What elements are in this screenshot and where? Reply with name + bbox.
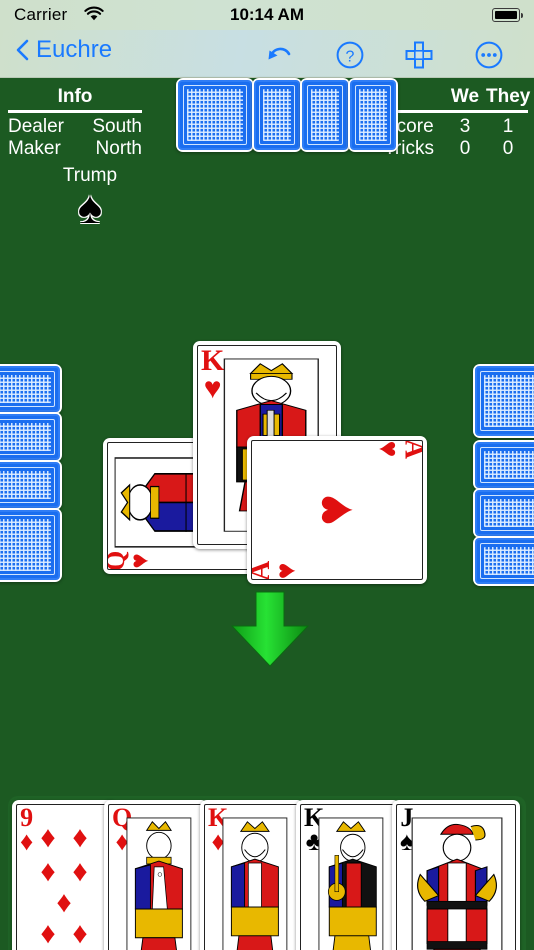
score-col-they: They xyxy=(486,86,531,107)
court-figure-queen-diamonds xyxy=(126,817,192,950)
hand-card-K-clubs[interactable]: K ♣ K ♣ xyxy=(296,800,400,950)
maker-label: Maker xyxy=(8,138,61,159)
pip: ♦ xyxy=(72,917,88,950)
info-divider xyxy=(8,110,142,113)
hand-card-J-spades[interactable]: J ♠ J ♠ xyxy=(392,800,520,950)
hand-card-K-diamonds[interactable]: K ♦ K ♦ xyxy=(200,800,304,950)
west-card-back[interactable] xyxy=(0,412,62,462)
card-back-pattern xyxy=(475,442,534,488)
card-rank-corner: K ♥ xyxy=(201,345,225,405)
trick-card-east: A ♥ A ♥ ♥ xyxy=(247,436,427,584)
east-card-back[interactable] xyxy=(473,536,534,586)
score-col-we: We xyxy=(450,86,480,107)
score-divider xyxy=(386,110,528,113)
card-back-pattern xyxy=(475,538,534,584)
clock-label: 10:14 AM xyxy=(229,5,304,24)
pip: ♦ xyxy=(72,821,88,855)
card-back-pattern xyxy=(0,510,60,580)
card-center-pip-east: ♥ xyxy=(303,493,364,527)
player-hand-panel: 9 ♦ 9 ♦ ♦ ♦ ♦ ♦ ♦ ♦ ♦ ♦ ♦ xyxy=(8,796,526,950)
info-row-dealer: Dealer South xyxy=(0,116,150,138)
east-card-back[interactable] xyxy=(473,364,534,438)
north-card-back[interactable] xyxy=(300,78,350,152)
info-panel-title: Info xyxy=(57,86,93,107)
card-suit-east: ♥ xyxy=(270,562,302,580)
pip: ♦ xyxy=(72,854,88,888)
score-row-tricks: Tricks 0 0 xyxy=(384,138,530,160)
card-rank-north: K xyxy=(201,345,225,377)
court-figure-king-clubs xyxy=(318,817,384,950)
court-figure-jack-spades xyxy=(411,817,503,950)
card-face: A ♥ A ♥ ♥ xyxy=(251,440,423,580)
info-panel: Info Dealer South Maker North Trump ♠ xyxy=(0,86,150,233)
north-card-back[interactable] xyxy=(348,78,398,152)
card-back-pattern xyxy=(350,80,396,150)
back-label: Euchre xyxy=(36,36,113,63)
card-rank-corner: Q ♥ xyxy=(108,551,154,569)
card-back-pattern xyxy=(475,366,534,436)
battery-full-icon xyxy=(492,8,523,22)
down-arrow-icon xyxy=(230,591,310,667)
card-back-pattern xyxy=(0,462,60,508)
card-face: J ♠ J ♠ xyxy=(396,804,516,950)
north-card-back[interactable] xyxy=(176,78,254,152)
score-row-score: Score 3 1 xyxy=(384,116,530,138)
north-card-back[interactable] xyxy=(252,78,302,152)
card-rank-corner: A ♥ xyxy=(372,440,422,459)
score-panel: We They Score 3 1 Tricks 0 0 xyxy=(384,86,530,160)
maker-value: North xyxy=(95,138,142,159)
card-suit-north: ♥ xyxy=(203,371,222,405)
pip: ♦ xyxy=(40,821,56,855)
card-layout-icon[interactable] xyxy=(404,40,434,70)
card-back-pattern xyxy=(475,490,534,536)
chevron-left-icon xyxy=(16,39,29,61)
ellipsis-circle-icon[interactable] xyxy=(474,40,504,70)
score-we-value: 3 xyxy=(459,116,471,137)
trump-suit-icon: ♠ xyxy=(77,181,103,233)
tricks-we-value: 0 xyxy=(459,138,471,159)
card-face: K ♦ K ♦ xyxy=(204,804,300,950)
card-rank-east-br: A xyxy=(398,441,422,459)
west-card-back[interactable] xyxy=(0,508,62,582)
hand-card-9-diamonds[interactable]: 9 ♦ 9 ♦ ♦ ♦ ♦ ♦ ♦ ♦ ♦ ♦ ♦ xyxy=(12,800,116,950)
dealer-label: Dealer xyxy=(8,116,64,137)
score-they-value: 1 xyxy=(502,116,514,137)
pip: ♦ xyxy=(40,917,56,950)
pip: ♦ xyxy=(40,854,56,888)
card-back-pattern xyxy=(0,414,60,460)
dealer-value: South xyxy=(92,116,142,137)
tricks-they-value: 0 xyxy=(502,138,514,159)
west-card-back[interactable] xyxy=(0,460,62,510)
card-back-pattern xyxy=(254,80,300,150)
game-table: Info Dealer South Maker North Trump ♠ We… xyxy=(0,78,534,950)
back-button[interactable]: Euchre xyxy=(16,36,112,64)
east-card-back[interactable] xyxy=(473,440,534,490)
court-figure-king-diamonds xyxy=(222,817,288,950)
west-card-back[interactable] xyxy=(0,364,62,414)
info-row-maker: Maker North xyxy=(0,138,150,160)
question-circle-icon[interactable]: ? xyxy=(335,40,365,70)
svg-text:?: ? xyxy=(346,49,355,66)
card-face: 9 ♦ 9 ♦ ♦ ♦ ♦ ♦ ♦ ♦ ♦ ♦ ♦ xyxy=(16,804,112,950)
pip: ♦ xyxy=(56,886,72,919)
hand-card-Q-diamonds[interactable]: Q ♦ Q ♦ xyxy=(104,800,208,950)
card-suit-west: ♥ xyxy=(124,553,154,569)
card-back-pattern xyxy=(178,80,252,150)
status-bar: Carrier 10:14 AM xyxy=(0,0,534,30)
score-header-row: We They xyxy=(384,86,530,108)
undo-arrow-icon[interactable] xyxy=(265,40,295,70)
card-suit-east-br: ♥ xyxy=(372,440,404,458)
trump-label: Trump xyxy=(62,165,118,186)
card-face: Q ♦ Q ♦ xyxy=(108,804,204,950)
card-rank-corner: A ♥ xyxy=(252,561,302,580)
navigation-bar: Euchre ? xyxy=(0,30,534,78)
pip-layout-nine: ♦ ♦ ♦ ♦ ♦ ♦ ♦ ♦ ♦ xyxy=(32,821,96,950)
card-back-pattern xyxy=(302,80,348,150)
card-face: K ♣ K ♣ xyxy=(300,804,396,950)
east-card-back[interactable] xyxy=(473,488,534,538)
card-back-pattern xyxy=(0,366,60,412)
